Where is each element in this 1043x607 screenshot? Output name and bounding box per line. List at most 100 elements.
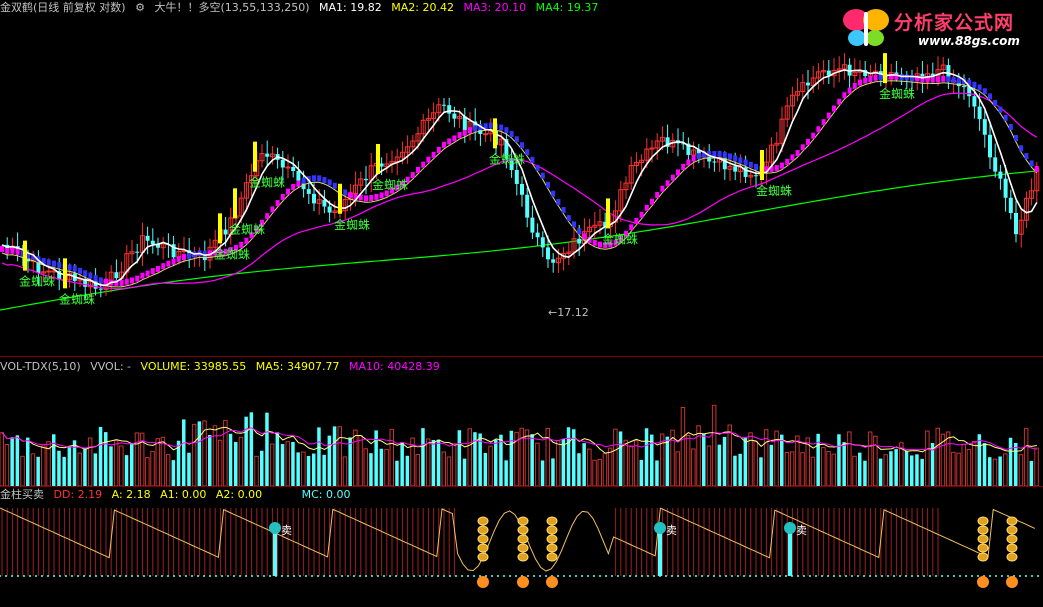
trend-band-block — [800, 144, 805, 151]
baseline-dot — [95, 575, 97, 577]
volume-title[interactable]: VOL-TDX(5,10) — [0, 360, 81, 373]
volume-chart[interactable] — [0, 356, 1043, 486]
trend-band-block — [150, 268, 155, 275]
trend-band-block — [5, 247, 10, 254]
indicator-chart[interactable]: 卖卖卖 — [0, 486, 1043, 607]
baseline-dot — [701, 575, 703, 577]
coin-icon — [517, 525, 529, 535]
baseline-dot — [179, 575, 181, 577]
volume-bar — [212, 425, 218, 486]
volume-bar — [93, 453, 98, 486]
a-value: A: 2.18 — [111, 488, 151, 501]
volume-bar — [150, 450, 155, 486]
price-header: 金双鹤(日线 前复权 对数) ⚙ 大牛！！多空(13,55,133,250) M… — [0, 0, 604, 16]
volume-bar — [992, 458, 998, 486]
baseline-dot — [953, 575, 955, 577]
volume-bar — [234, 441, 238, 486]
vol-ma5-value: MA5: 34907.77 — [255, 360, 340, 373]
baseline-dot — [35, 575, 37, 577]
baseline-dot — [653, 575, 655, 577]
signal-label: 金蜘蛛 — [214, 246, 250, 261]
volume-bar — [602, 453, 608, 486]
trend-band-block — [904, 74, 909, 81]
trend-band-block — [681, 163, 686, 170]
baseline-dot — [161, 575, 163, 577]
signal-label: 金蜘蛛 — [372, 177, 408, 192]
signal-bar — [760, 150, 764, 180]
volume-bar — [363, 448, 368, 486]
volume-bar — [711, 404, 717, 486]
volume-panel[interactable]: VOL-TDX(5,10) VVOL: - VOLUME: 33985.55 M… — [0, 356, 1043, 486]
baseline-dot — [803, 575, 805, 577]
volume-bar — [483, 452, 488, 486]
baseline-dot — [779, 575, 781, 577]
baseline-dot — [317, 575, 319, 577]
volume-bar — [451, 443, 457, 486]
baseline-dot — [833, 575, 835, 577]
trend-band-block — [629, 224, 634, 231]
baseline-dot — [341, 575, 343, 577]
coin-icon — [477, 543, 489, 553]
baseline-dot — [263, 575, 265, 577]
logo-url[interactable]: www.88gs.com — [918, 34, 1020, 48]
trend-band-block — [868, 76, 873, 83]
volume-bar — [759, 457, 763, 486]
trend-band-block — [124, 278, 129, 285]
baseline-dot — [299, 575, 301, 577]
trend-band-block — [951, 76, 956, 83]
trend-band-block — [1014, 134, 1018, 141]
signal-label: 金蜘蛛 — [489, 151, 525, 166]
indicator-label[interactable]: 大牛！！多空(13,55,133,250) — [154, 1, 309, 14]
indicator-title[interactable]: 金柱买卖 — [0, 488, 44, 501]
volume-bar — [988, 457, 992, 486]
volume-bar — [535, 442, 540, 486]
baseline-dot — [827, 575, 829, 577]
trend-band-block — [936, 76, 940, 83]
baseline-dot — [1001, 575, 1003, 577]
trend-band-block — [327, 179, 332, 186]
volume-bar — [1023, 427, 1029, 486]
baseline-dot — [773, 575, 775, 577]
volume-bar — [873, 435, 878, 486]
volume-bar — [935, 427, 940, 486]
volume-bar — [743, 437, 748, 486]
indicator-panel[interactable]: 金柱买卖 DD: 2.19 A: 2.18 A1: 0.00 A2: 0.00 … — [0, 486, 1043, 607]
volume-bar — [904, 451, 909, 486]
coin-icon — [517, 543, 529, 553]
trend-band-block — [426, 156, 431, 163]
buy-arrow-icon — [477, 576, 489, 588]
trend-band-block — [655, 191, 660, 198]
volume-bar — [733, 455, 737, 486]
volume-bar — [655, 460, 659, 486]
baseline-dot — [143, 575, 145, 577]
signal-bar — [218, 213, 222, 244]
volume-bar — [191, 423, 197, 486]
volume-bar — [956, 452, 961, 486]
baseline-dot — [203, 575, 205, 577]
trend-band-block — [301, 177, 306, 184]
baseline-dot — [119, 575, 121, 577]
gear-icon[interactable]: ⚙ — [135, 1, 145, 14]
candle-body — [98, 288, 103, 290]
trend-band-block — [530, 156, 535, 163]
volume-bar — [685, 435, 691, 486]
baseline-dot — [749, 575, 751, 577]
volume-bar — [446, 456, 452, 486]
baseline-dot — [797, 575, 799, 577]
baseline-dot — [413, 575, 415, 577]
candle-body — [291, 167, 296, 171]
baseline-dot — [467, 575, 469, 577]
baseline-dot — [491, 575, 493, 577]
volume-bar — [389, 428, 394, 486]
volume-bar — [607, 447, 613, 486]
volume-bar — [706, 445, 712, 486]
vol-ma10-value: MA10: 40428.39 — [348, 360, 440, 373]
stock-title: 金双鹤(日线 前复权 对数) — [0, 1, 126, 14]
trend-band-block — [540, 172, 545, 179]
trend-band-block — [291, 183, 296, 190]
price-panel[interactable]: 金双鹤(日线 前复权 对数) ⚙ 大牛！！多空(13,55,133,250) M… — [0, 0, 1043, 356]
ma2-value: MA2: 20.42 — [391, 1, 454, 14]
baseline-dot — [605, 575, 607, 577]
candle-body — [452, 113, 457, 119]
baseline-dot — [401, 575, 403, 577]
